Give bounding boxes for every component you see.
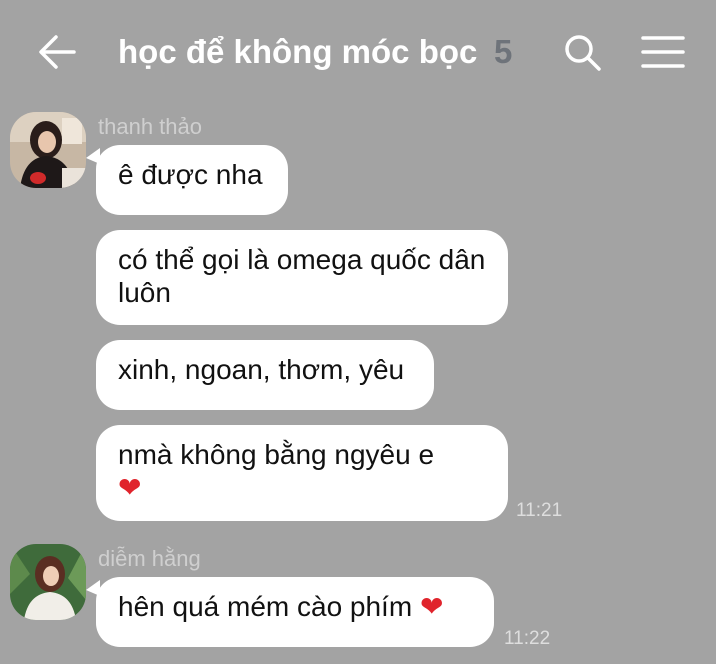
message-text: nmà không bằng ngyêu e	[118, 439, 435, 470]
avatar-photo	[10, 112, 86, 188]
message-bubble[interactable]: có thể gọi là omega quốc dân luôn	[96, 230, 508, 325]
message-bubble[interactable]: hên quá mém cào phím ❤	[96, 577, 494, 647]
search-icon	[565, 35, 601, 71]
menu-button[interactable]	[640, 34, 686, 70]
message-bubble[interactable]: nmà không bằng ngyêu e ❤	[96, 425, 508, 521]
heart-emoji: ❤	[419, 591, 444, 622]
member-count: 5	[494, 33, 513, 70]
sender-name: thanh thảo	[98, 114, 202, 139]
message-text: xinh, ngoan, thơm, yêu	[118, 354, 405, 385]
message-timestamp: 11:21	[516, 500, 563, 521]
hamburger-menu-icon	[641, 36, 685, 68]
message-text: có thể gọi là omega quốc dân luôn	[118, 244, 486, 308]
chat-title: học để không móc bọc	[118, 33, 478, 70]
message-text: ê được nha	[118, 159, 263, 190]
chat-header: học để không móc bọc 5	[0, 0, 716, 104]
avatar[interactable]	[10, 112, 86, 188]
avatar[interactable]	[10, 544, 86, 620]
arrow-left-icon	[39, 35, 76, 69]
message-timestamp: 11:22	[504, 628, 551, 649]
message-bubble[interactable]: ê được nha	[96, 145, 288, 215]
search-button[interactable]	[562, 32, 604, 74]
avatar-photo	[10, 544, 86, 620]
sender-name: diễm hằng	[98, 546, 201, 571]
message-bubble[interactable]: xinh, ngoan, thơm, yêu	[96, 340, 434, 410]
back-button[interactable]	[34, 32, 80, 72]
message-text: hên quá mém cào phím	[118, 591, 413, 622]
heart-emoji: ❤	[118, 472, 142, 503]
